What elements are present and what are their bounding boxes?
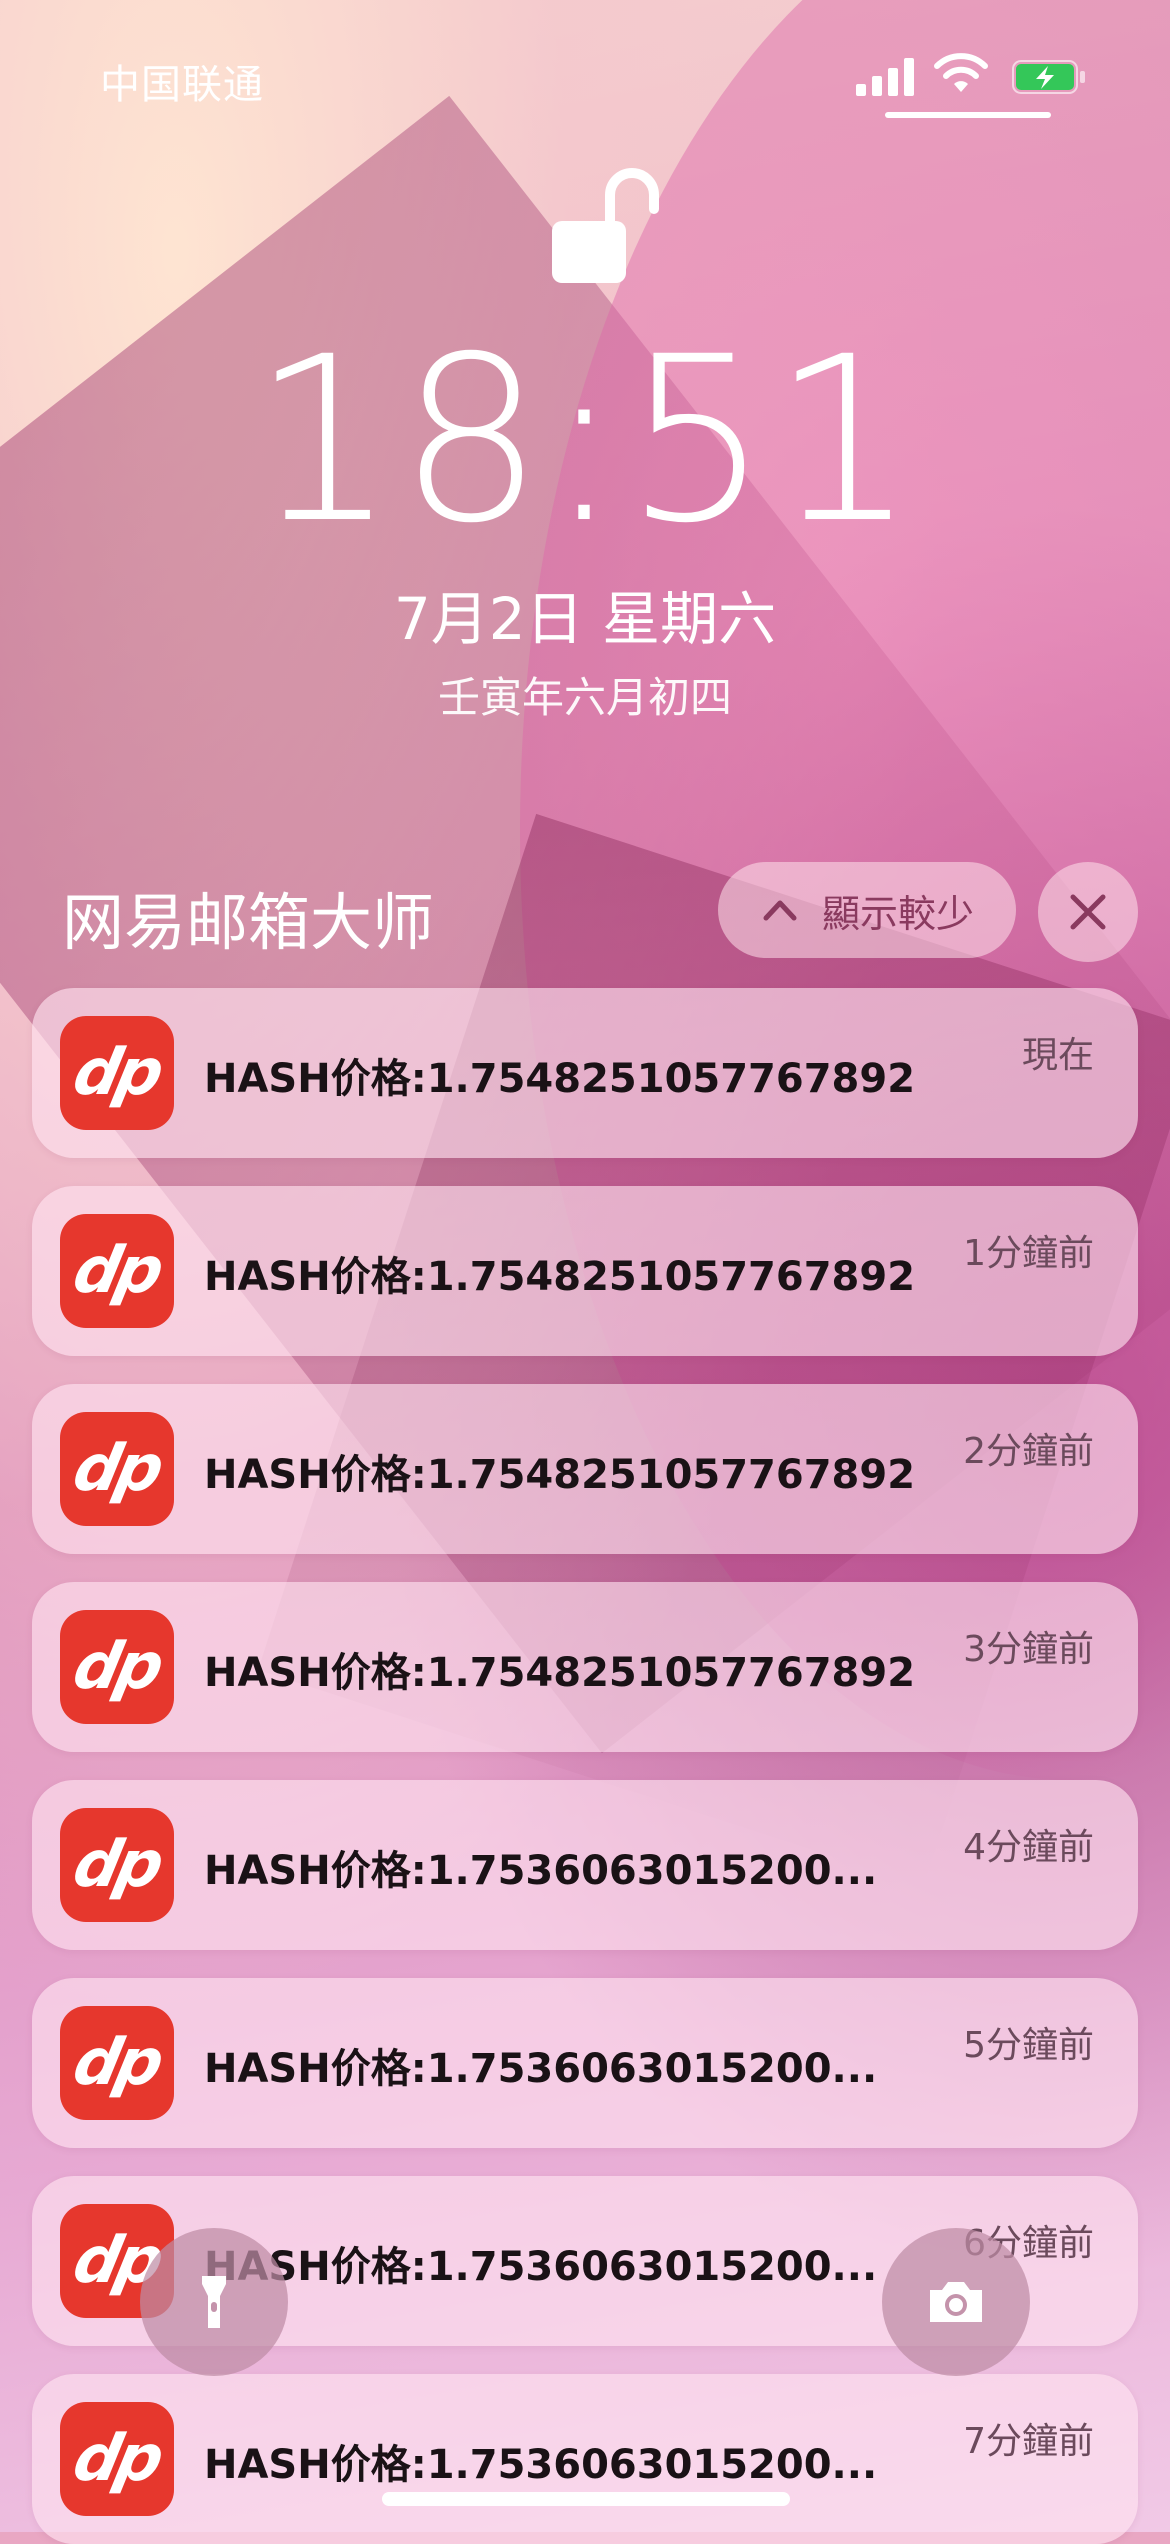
battery-charging-icon xyxy=(1012,60,1085,94)
notification-time: 4分鐘前 xyxy=(963,1827,1094,1868)
wifi-icon xyxy=(934,53,988,92)
lockscreen-lunar-date: 壬寅年六月初四 xyxy=(437,673,732,722)
notification-time: 2分鐘前 xyxy=(963,1431,1094,1472)
flashlight-button[interactable] xyxy=(140,2228,288,2376)
notification-card[interactable]: dp HASH价格:1.7548251057767892 現在 xyxy=(32,988,1138,1158)
notification-text: HASH价格:1.7548251057767892 xyxy=(204,1452,916,1498)
netease-mail-app-icon: dp xyxy=(60,2402,174,2516)
notification-text: HASH价格:1.7536063015200... xyxy=(204,2244,878,2290)
notification-card[interactable]: dp HASH价格:1.7536063015200... 4分鐘前 xyxy=(32,1780,1138,1950)
notification-time: 1分鐘前 xyxy=(963,1233,1094,1274)
notification-text: HASH价格:1.7548251057767892 xyxy=(204,1056,916,1102)
notification-text: HASH价格:1.7536063015200... xyxy=(204,2046,878,2092)
notification-text: HASH价格:1.7536063015200... xyxy=(204,1848,878,1894)
camera-button[interactable] xyxy=(882,2228,1030,2376)
control-center-indicator[interactable] xyxy=(885,112,1051,118)
notification-card[interactable]: dp HASH价格:1.7536063015200... 5分鐘前 xyxy=(32,1978,1138,2148)
netease-mail-app-icon: dp xyxy=(60,1016,174,1130)
chevron-up-icon xyxy=(763,900,797,921)
lockscreen-date: 7月2日 星期六 xyxy=(393,585,777,653)
status-bar: 中国联通 xyxy=(0,0,1170,150)
notification-card[interactable]: dp HASH价格:1.7548251057767892 1分鐘前 xyxy=(32,1186,1138,1356)
notification-text: HASH价格:1.7536063015200... xyxy=(204,2442,878,2488)
notification-group-title: 网易邮箱大师 xyxy=(62,886,435,959)
notification-text: HASH价格:1.7548251057767892 xyxy=(204,1254,916,1300)
netease-mail-app-icon: dp xyxy=(60,1610,174,1724)
netease-mail-app-icon: dp xyxy=(60,1412,174,1526)
cellular-signal-icon xyxy=(856,58,914,96)
netease-mail-app-icon: dp xyxy=(60,2006,174,2120)
notification-card[interactable]: dp HASH价格:1.7548251057767892 3分鐘前 xyxy=(32,1582,1138,1752)
show-less-label: 顯示較少 xyxy=(821,891,974,936)
carrier-label: 中国联通 xyxy=(100,62,264,108)
lockscreen-time: 18:51 xyxy=(251,307,919,573)
home-indicator[interactable] xyxy=(382,2492,790,2506)
netease-mail-app-icon: dp xyxy=(60,1214,174,1328)
clear-notifications-button[interactable] xyxy=(1038,862,1138,962)
flashlight-icon xyxy=(202,2276,226,2328)
notification-time: 7分鐘前 xyxy=(963,2421,1094,2462)
notification-time: 現在 xyxy=(1021,1035,1094,1076)
netease-mail-app-icon: dp xyxy=(60,1808,174,1922)
notification-time: 3分鐘前 xyxy=(963,1629,1094,1670)
notification-text: HASH价格:1.7548251057767892 xyxy=(204,1650,916,1696)
show-less-button[interactable]: 顯示較少 xyxy=(718,862,1016,958)
notification-card[interactable]: dp HASH价格:1.7548251057767892 2分鐘前 xyxy=(32,1384,1138,1554)
close-icon xyxy=(1070,894,1106,930)
unlocked-padlock-icon xyxy=(552,168,659,283)
camera-icon xyxy=(930,2282,982,2322)
notification-time: 5分鐘前 xyxy=(963,2025,1094,2066)
notification-card[interactable]: dp HASH价格:1.7536063015200... 7分鐘前 xyxy=(32,2374,1138,2544)
